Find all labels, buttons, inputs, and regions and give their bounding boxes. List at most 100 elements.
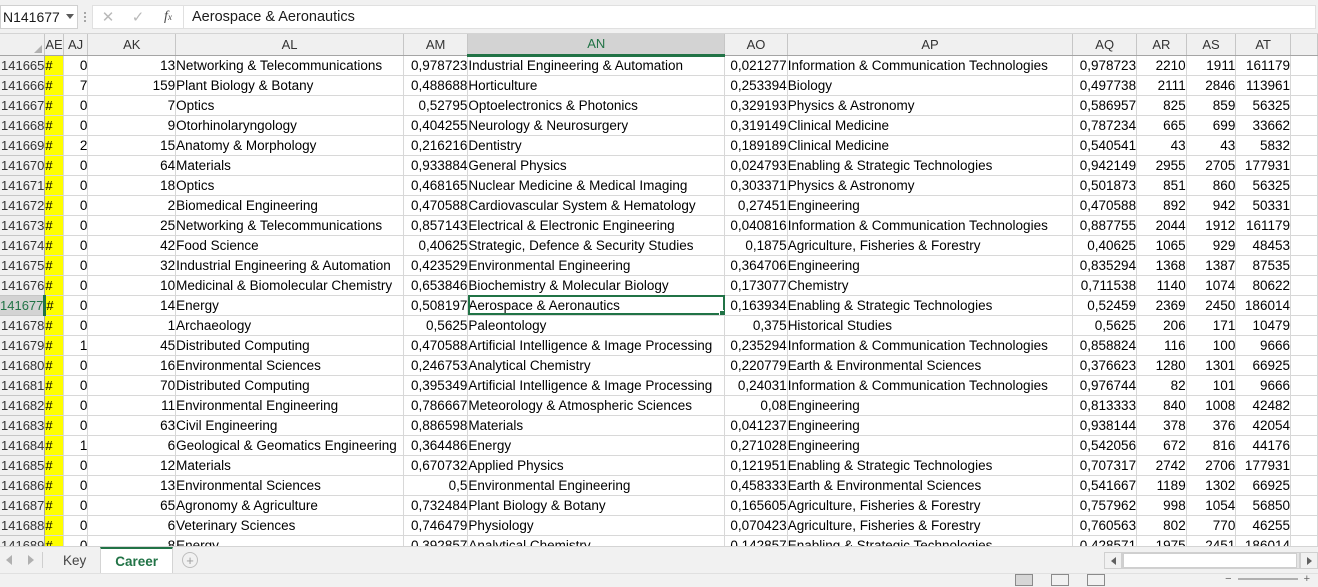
cell-an-141671[interactable]: Nuclear Medicine & Medical Imaging — [467, 175, 726, 196]
cell-as-141670[interactable]: 2705 — [1186, 155, 1237, 176]
close-icon[interactable]: ✕ — [93, 6, 123, 28]
cell-am-141668[interactable]: 0,404255 — [403, 115, 469, 136]
cell-aj-141671[interactable]: 0 — [63, 175, 89, 196]
row-header-141683[interactable]: 141683 — [0, 415, 46, 436]
row-header-141676[interactable]: 141676 — [0, 275, 46, 296]
cell-filler[interactable] — [1290, 255, 1318, 276]
cell-aq-141676[interactable]: 0,711538 — [1072, 275, 1138, 296]
cell-am-141669[interactable]: 0,216216 — [403, 135, 469, 156]
cell-ae-141668[interactable]: # — [44, 115, 64, 136]
cell-aq-141678[interactable]: 0,5625 — [1072, 315, 1138, 336]
cell-filler[interactable] — [1290, 95, 1318, 116]
cell-filler[interactable] — [1290, 195, 1318, 216]
cell-aq-141675[interactable]: 0,835294 — [1072, 255, 1138, 276]
cell-ar-141688[interactable]: 802 — [1136, 515, 1187, 536]
cell-ae-141683[interactable]: # — [44, 415, 64, 436]
cell-filler[interactable] — [1290, 75, 1318, 96]
cell-as-141678[interactable]: 171 — [1186, 315, 1237, 336]
cell-filler[interactable] — [1290, 535, 1318, 546]
cell-ae-141679[interactable]: # — [44, 335, 64, 356]
cell-ak-141686[interactable]: 13 — [87, 475, 177, 496]
scroll-thumb[interactable] — [1123, 553, 1297, 568]
cell-ao-141684[interactable]: 0,271028 — [724, 435, 788, 456]
cell-at-141688[interactable]: 46255 — [1235, 515, 1291, 536]
row-header-141688[interactable]: 141688 — [0, 515, 46, 536]
table-row[interactable]: 141672 #0 2 Biomedical Engineering 0,470588 C… — [0, 195, 1318, 216]
cell-ae-141667[interactable]: # — [44, 95, 64, 116]
cell-aj-141685[interactable]: 0 — [63, 455, 89, 476]
row-header-141670[interactable]: 141670 — [0, 155, 46, 176]
cell-ao-141667[interactable]: 0,329193 — [724, 95, 788, 116]
cell-ar-141672[interactable]: 892 — [1136, 195, 1187, 216]
cell-ak-141688[interactable]: 6 — [87, 515, 177, 536]
row-header-141682[interactable]: 141682 — [0, 395, 46, 416]
cell-ao-141676[interactable]: 0,173077 — [724, 275, 788, 296]
cell-al-141679[interactable]: Distributed Computing — [175, 335, 404, 356]
cell-ak-141677[interactable]: 14 — [87, 295, 177, 316]
cell-al-141669[interactable]: Anatomy & Morphology — [175, 135, 404, 156]
cell-aj-141666[interactable]: 7 — [63, 75, 89, 96]
cell-at-141685[interactable]: 177931 — [1235, 455, 1291, 476]
cell-aj-141681[interactable]: 0 — [63, 375, 89, 396]
cell-filler[interactable] — [1290, 375, 1318, 396]
cell-aj-141667[interactable]: 0 — [63, 95, 89, 116]
cell-ar-141678[interactable]: 206 — [1136, 315, 1187, 336]
cell-aq-141686[interactable]: 0,541667 — [1072, 475, 1138, 496]
check-icon[interactable]: ✓ — [123, 6, 153, 28]
column-header-aq[interactable]: AQ — [1072, 34, 1138, 56]
table-row[interactable]: 141668 #0 9 Otorhinolaryngology 0,404255 Neur… — [0, 115, 1318, 136]
cell-al-141670[interactable]: Materials — [175, 155, 404, 176]
cell-at-141672[interactable]: 50331 — [1235, 195, 1291, 216]
cell-at-141671[interactable]: 56325 — [1235, 175, 1291, 196]
cell-ap-141683[interactable]: Engineering — [787, 415, 1074, 436]
cell-an-141670[interactable]: General Physics — [467, 155, 726, 176]
cell-ap-141689[interactable]: Enabling & Strategic Technologies — [787, 535, 1074, 546]
zoom-out-button[interactable]: − — [1225, 574, 1231, 585]
cell-at-141669[interactable]: 5832 — [1235, 135, 1291, 156]
cell-an-141689[interactable]: Analytical Chemistry — [467, 535, 726, 546]
zoom-track[interactable] — [1237, 578, 1298, 580]
page-layout-view-icon[interactable] — [1051, 574, 1070, 586]
cell-ap-141682[interactable]: Engineering — [787, 395, 1074, 416]
cell-filler[interactable] — [1290, 435, 1318, 456]
cell-an-141688[interactable]: Physiology — [467, 515, 726, 536]
cell-aj-141684[interactable]: 1 — [63, 435, 89, 456]
cell-ap-141678[interactable]: Historical Studies — [787, 315, 1074, 336]
cell-ae-141671[interactable]: # — [44, 175, 64, 196]
table-row[interactable]: 141682 #0 11 Environmental Engineering 0,786… — [0, 395, 1318, 416]
cell-ap-141668[interactable]: Clinical Medicine — [787, 115, 1074, 136]
table-row[interactable]: 141673 #0 25 Networking & Telecommunication… — [0, 215, 1318, 236]
cell-as-141687[interactable]: 1054 — [1186, 495, 1237, 516]
cell-filler[interactable] — [1290, 275, 1318, 296]
cell-at-141677[interactable]: 186014 — [1235, 295, 1291, 316]
sheet-tab-career[interactable]: Career — [100, 547, 174, 573]
column-header-ap[interactable]: AP — [787, 34, 1074, 56]
cell-ar-141686[interactable]: 1189 — [1136, 475, 1187, 496]
cell-aj-141679[interactable]: 1 — [63, 335, 89, 356]
cell-al-141671[interactable]: Optics — [175, 175, 404, 196]
cell-ae-141672[interactable]: # — [44, 195, 64, 216]
table-row[interactable]: 141679 #1 45 Distributed Computing 0,470588 A… — [0, 335, 1318, 356]
cell-ak-141675[interactable]: 32 — [87, 255, 177, 276]
zoom-slider[interactable]: − + — [1225, 574, 1310, 585]
cell-filler[interactable] — [1290, 115, 1318, 136]
cell-aj-141665[interactable]: 0 — [63, 55, 89, 76]
cell-filler[interactable] — [1290, 495, 1318, 516]
table-row[interactable]: 141675 #0 32 Industrial Engineering & Autom… — [0, 255, 1318, 276]
row-header-141669[interactable]: 141669 — [0, 135, 46, 156]
cell-filler[interactable] — [1290, 295, 1318, 316]
cell-ak-141672[interactable]: 2 — [87, 195, 177, 216]
zoom-in-button[interactable]: + — [1304, 574, 1310, 585]
cell-ak-141665[interactable]: 13 — [87, 55, 177, 76]
cell-aj-141689[interactable]: 0 — [63, 535, 89, 546]
row-header-141685[interactable]: 141685 — [0, 455, 46, 476]
cell-ak-141678[interactable]: 1 — [87, 315, 177, 336]
cell-filler[interactable] — [1290, 55, 1318, 76]
cell-at-141666[interactable]: 113961 — [1235, 75, 1291, 96]
cell-at-141682[interactable]: 42482 — [1235, 395, 1291, 416]
cell-ae-141689[interactable]: # — [44, 535, 64, 546]
table-row[interactable]: 141670 #0 64 Materials 0,933884 General Physi… — [0, 155, 1318, 176]
table-row[interactable]: 141667 #0 7 Optics 0,52795 Optoelectronics & … — [0, 95, 1318, 116]
cell-at-141681[interactable]: 9666 — [1235, 375, 1291, 396]
cell-ao-141679[interactable]: 0,235294 — [724, 335, 788, 356]
